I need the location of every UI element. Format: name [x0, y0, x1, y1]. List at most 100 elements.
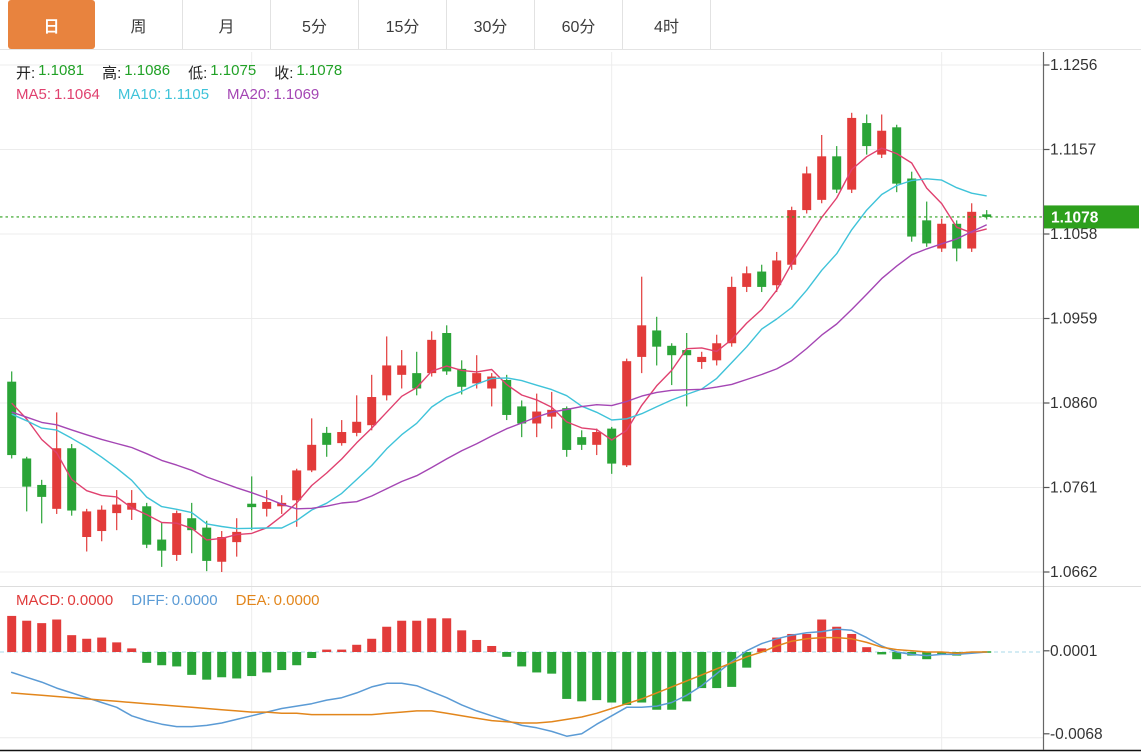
- tab-day[interactable]: 日: [8, 0, 95, 49]
- high-value: 1.1086: [124, 62, 170, 83]
- close-value: 1.1078: [296, 62, 342, 83]
- macd-bar: [22, 621, 31, 652]
- ma10-label: MA10:: [118, 86, 161, 103]
- macd-bar: [637, 652, 646, 703]
- candle-body: [232, 532, 241, 542]
- candle-body: [382, 365, 391, 395]
- candle-body: [337, 432, 346, 443]
- ma10-value: 1.1105: [164, 86, 209, 103]
- macd-bar: [502, 652, 511, 657]
- candle-body: [697, 357, 706, 362]
- macd-bar: [562, 652, 571, 699]
- ohlc-readout: 开:1.1081 高:1.1086 低:1.1075 收:1.1078: [16, 62, 342, 83]
- macd-bar: [532, 652, 541, 672]
- candle-body: [367, 397, 376, 425]
- tab-60min[interactable]: 60分: [535, 0, 623, 49]
- macd-bar: [67, 635, 76, 652]
- macd-bar: [382, 627, 391, 652]
- ma20-label: MA20:: [227, 86, 270, 103]
- ma10-line: [12, 179, 987, 529]
- candle-body: [307, 445, 316, 471]
- candle-body: [652, 330, 661, 346]
- chart-canvas[interactable]: 1.12561.11571.10581.09591.08601.07611.06…: [0, 0, 1141, 754]
- candlestick-series: [7, 113, 991, 572]
- candle-body: [772, 260, 781, 285]
- candle-body: [7, 382, 16, 455]
- open-label: 开:: [16, 62, 35, 83]
- macd-bar: [832, 627, 841, 652]
- candle-body: [907, 179, 916, 237]
- candle-body: [262, 502, 271, 509]
- price-tick-label: 1.0662: [1050, 564, 1097, 581]
- macd-bar: [742, 652, 751, 668]
- macd-bar: [232, 652, 241, 678]
- candle-body: [172, 513, 181, 555]
- macd-label: MACD:: [16, 592, 64, 609]
- candle-body: [37, 485, 46, 497]
- macd-bar: [547, 652, 556, 674]
- macd-bar: [472, 640, 481, 652]
- macd-readout: MACD:0.0000 DIFF:0.0000 DEA:0.0000: [16, 592, 320, 609]
- price-tick-label: 1.1058: [1050, 226, 1097, 243]
- candle-body: [97, 510, 106, 531]
- high-label: 高:: [102, 62, 121, 83]
- candle-body: [112, 505, 121, 514]
- tab-month[interactable]: 月: [183, 0, 271, 49]
- tab-5min[interactable]: 5分: [271, 0, 359, 49]
- macd-bar: [187, 652, 196, 675]
- macd-bar: [52, 620, 61, 652]
- macd-bar: [112, 642, 121, 652]
- tab-30min[interactable]: 30分: [447, 0, 535, 49]
- price-badge: 1.1078: [1044, 205, 1139, 228]
- macd-bar: [307, 652, 316, 658]
- price-tick-label: 1.0860: [1050, 395, 1098, 412]
- macd-bar: [172, 652, 181, 666]
- candle-body: [412, 373, 421, 388]
- macd-bar: [217, 652, 226, 677]
- macd-bar: [82, 639, 91, 652]
- macd-bar: [607, 652, 616, 703]
- candle-body: [292, 470, 301, 500]
- period-tabbar: 日 周 月 5分 15分 30分 60分 4时: [0, 0, 1141, 50]
- macd-bar: [142, 652, 151, 663]
- macd-bar: [817, 620, 826, 652]
- ma5-label: MA5:: [16, 86, 51, 103]
- candle-body: [817, 156, 826, 200]
- dea-label: DEA:: [236, 592, 271, 609]
- macd-bar: [352, 645, 361, 652]
- ma5-value: 1.1064: [54, 86, 100, 103]
- macd-bar: [802, 634, 811, 652]
- macd-bar: [127, 648, 136, 652]
- candle-body: [157, 540, 166, 551]
- gridlines: [0, 52, 1141, 751]
- macd-bar: [442, 618, 451, 652]
- candle-body: [637, 325, 646, 357]
- axis-labels: 1.12561.11571.10581.09591.08601.07611.06…: [1044, 57, 1103, 743]
- candle-body: [247, 504, 256, 507]
- macd-bar: [847, 634, 856, 652]
- open-value: 1.1081: [38, 62, 84, 83]
- ma-readout: MA5:1.1064 MA10:1.1105 MA20:1.1069: [16, 86, 319, 103]
- macd-bar: [97, 638, 106, 652]
- macd-bar: [862, 647, 871, 652]
- tab-15min[interactable]: 15分: [359, 0, 447, 49]
- ma5-line: [12, 148, 987, 540]
- ma20-line: [12, 225, 987, 509]
- low-label: 低:: [188, 62, 207, 83]
- price-badge-label: 1.1078: [1051, 209, 1099, 226]
- price-tick-label: 1.0959: [1050, 311, 1097, 328]
- candle-body: [622, 361, 631, 465]
- candle-body: [877, 131, 886, 155]
- candle-body: [217, 537, 226, 562]
- macd-bar: [412, 621, 421, 652]
- candle-body: [352, 422, 361, 433]
- candle-body: [577, 437, 586, 445]
- candle-body: [472, 373, 481, 383]
- macd-bar: [592, 652, 601, 700]
- tab-week[interactable]: 周: [95, 0, 183, 49]
- ma20-value: 1.1069: [273, 86, 319, 103]
- macd-bar: [262, 652, 271, 672]
- tab-4hour[interactable]: 4时: [623, 0, 711, 49]
- macd-bar: [652, 652, 661, 710]
- macd-bar: [877, 652, 886, 654]
